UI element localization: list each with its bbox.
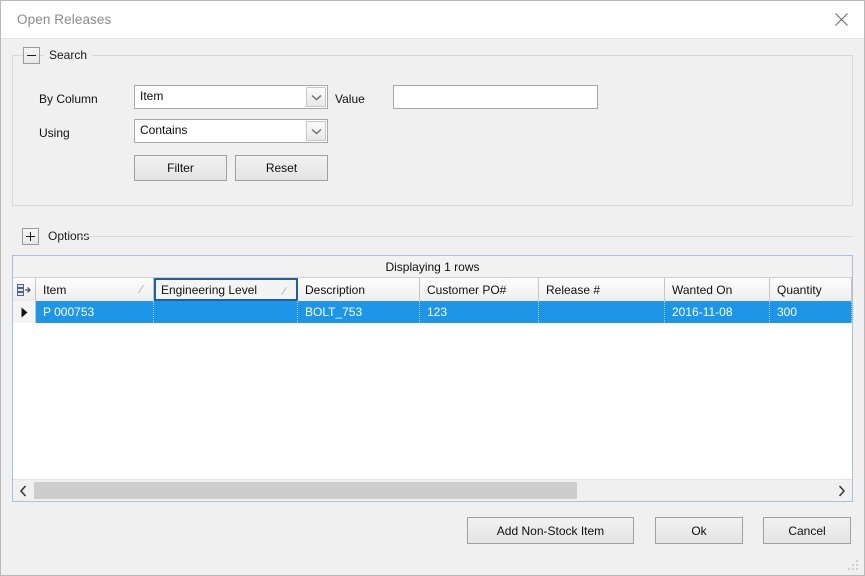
grid-header-label: Quantity bbox=[777, 282, 822, 297]
resize-grip-icon[interactable] bbox=[847, 559, 860, 572]
chevron-left-icon bbox=[19, 484, 27, 497]
grid-header-row: Item Engineering Level Description Customer… bbox=[13, 278, 852, 301]
window-title: Open Releases bbox=[17, 12, 112, 27]
options-group: Options bbox=[12, 226, 853, 254]
title-bar: Open Releases bbox=[1, 1, 864, 39]
by-column-select[interactable]: Item bbox=[134, 85, 328, 109]
value-input[interactable] bbox=[393, 85, 598, 109]
scroll-left-button[interactable] bbox=[13, 480, 34, 501]
table-row[interactable]: P 000753 BOLT_753 123 2016-11-08 300 bbox=[13, 301, 852, 323]
using-label: Using bbox=[39, 126, 70, 140]
close-button[interactable] bbox=[818, 1, 864, 38]
search-group-legend: Search bbox=[44, 48, 93, 62]
sort-indicator-icon bbox=[281, 286, 287, 296]
grid-header-cell[interactable]: Release # bbox=[539, 278, 665, 301]
grid-header-cell[interactable]: Quantity bbox=[770, 278, 852, 301]
chevron-right-icon bbox=[838, 484, 846, 497]
grid-header-label: Description bbox=[305, 282, 366, 297]
grid-header-label: Item bbox=[43, 282, 67, 297]
open-releases-dialog: Open Releases Search By Column Item Valu… bbox=[0, 0, 865, 576]
reset-button[interactable]: Reset bbox=[235, 155, 328, 181]
cancel-button[interactable]: Cancel bbox=[763, 517, 851, 544]
row-indicator bbox=[13, 301, 36, 323]
scroll-right-button[interactable] bbox=[831, 480, 852, 501]
grid-data-cell[interactable] bbox=[539, 301, 665, 323]
chevron-down-icon bbox=[306, 121, 326, 141]
search-expander-button[interactable] bbox=[23, 47, 40, 64]
current-row-arrow-icon bbox=[21, 307, 27, 317]
sort-indicator-icon bbox=[138, 284, 144, 294]
grid-data-cell[interactable] bbox=[154, 301, 298, 323]
grid-header-cell[interactable]: Customer PO# bbox=[420, 278, 539, 301]
using-value: Contains bbox=[140, 123, 188, 137]
grid-header-cell[interactable]: Description bbox=[298, 278, 420, 301]
grid-horizontal-scrollbar[interactable] bbox=[13, 479, 852, 501]
grid-header-cell[interactable]: Wanted On bbox=[665, 278, 770, 301]
grid-data-cell[interactable]: BOLT_753 bbox=[298, 301, 420, 323]
by-column-value: Item bbox=[140, 89, 164, 103]
dialog-client-area: Search By Column Item Value Using Contai… bbox=[1, 39, 864, 575]
grid-header-label: Wanted On bbox=[672, 282, 733, 297]
grid-caption: Displaying 1 rows bbox=[13, 256, 852, 278]
minus-icon bbox=[27, 51, 36, 60]
grid-header-cell[interactable]: Engineering Level bbox=[154, 278, 298, 301]
using-select[interactable]: Contains bbox=[134, 119, 328, 143]
grid-data-cell[interactable]: 2016-11-08 bbox=[665, 301, 770, 323]
options-expander-button[interactable] bbox=[22, 228, 39, 245]
options-divider bbox=[80, 236, 853, 237]
grid-data-cell[interactable]: 300 bbox=[770, 301, 852, 323]
grid-header-label: Engineering Level bbox=[161, 282, 258, 297]
grid-column-chooser-button[interactable] bbox=[13, 278, 36, 301]
filter-button[interactable]: Filter bbox=[134, 155, 227, 181]
close-icon bbox=[834, 13, 848, 26]
value-label: Value bbox=[335, 92, 365, 106]
plus-icon bbox=[26, 232, 35, 241]
column-chooser-icon bbox=[17, 283, 31, 296]
grid-header-label: Customer PO# bbox=[427, 282, 507, 297]
releases-grid: Displaying 1 rows Item Engineering Level D… bbox=[12, 255, 853, 502]
scroll-thumb[interactable] bbox=[34, 482, 577, 499]
ok-button[interactable]: Ok bbox=[655, 517, 743, 544]
scroll-track[interactable] bbox=[34, 480, 831, 501]
grid-data-cell[interactable]: P 000753 bbox=[36, 301, 154, 323]
add-non-stock-item-button[interactable]: Add Non-Stock Item bbox=[467, 517, 634, 544]
search-group: Search By Column Item Value Using Contai… bbox=[12, 47, 853, 206]
grid-data-cell[interactable]: 123 bbox=[420, 301, 539, 323]
grid-header-label: Release # bbox=[546, 282, 601, 297]
chevron-down-icon bbox=[306, 87, 326, 107]
by-column-label: By Column bbox=[39, 92, 98, 106]
grid-empty-area bbox=[13, 323, 852, 479]
grid-header-cell[interactable]: Item bbox=[36, 278, 154, 301]
